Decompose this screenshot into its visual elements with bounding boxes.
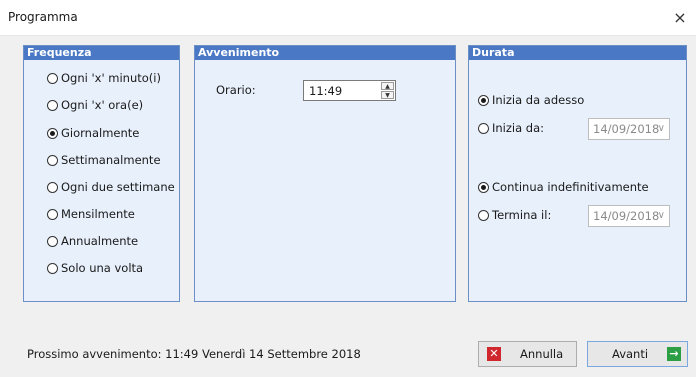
radio-label: Inizia da: bbox=[492, 121, 545, 135]
close-icon[interactable]: × bbox=[668, 6, 692, 30]
radio-weekly[interactable]: Settimanalmente bbox=[47, 152, 161, 168]
radio-end-on[interactable]: Termina il: bbox=[478, 207, 551, 223]
radio-daily[interactable]: Giornalmente bbox=[47, 125, 139, 141]
time-label: Orario: bbox=[216, 83, 256, 97]
radio-circle bbox=[47, 99, 58, 111]
radio-monthly[interactable]: Mensilmente bbox=[47, 206, 135, 222]
chevron-down-icon: ∨ bbox=[657, 123, 665, 134]
window-title: Programma bbox=[8, 10, 78, 24]
occurrence-header: Avvenimento bbox=[195, 46, 455, 60]
radio-label: Inizia da adesso bbox=[492, 93, 585, 107]
radio-circle bbox=[47, 235, 58, 247]
radio-once[interactable]: Solo una volta bbox=[47, 260, 143, 276]
duration-group: Durata Inizia da adesso Inizia da: 14/09… bbox=[468, 45, 687, 302]
next-button[interactable]: Avanti → bbox=[587, 341, 688, 367]
radio-label: Giornalmente bbox=[61, 126, 140, 140]
radio-label: Continua indefinitivamente bbox=[492, 180, 649, 194]
next-occurrence-status: Prossimo avvenimento: 11:49 Venerdì 14 S… bbox=[27, 347, 361, 361]
start-date-value: 14/09/2018 bbox=[593, 122, 660, 136]
spin-up-icon[interactable]: ▲ bbox=[381, 82, 394, 90]
spin-buttons: ▲ ▼ bbox=[381, 82, 394, 99]
radio-label: Termina il: bbox=[492, 208, 552, 222]
next-label: Avanti bbox=[612, 347, 649, 361]
radio-label: Solo una volta bbox=[61, 261, 144, 275]
cancel-button[interactable]: ✕ Annulla bbox=[478, 341, 577, 367]
radio-circle-selected bbox=[47, 127, 58, 139]
schedule-dialog: Programma × Frequenza Ogni 'x' minuto(i)… bbox=[0, 0, 696, 377]
radio-yearly[interactable]: Annualmente bbox=[47, 233, 138, 249]
radio-start-now[interactable]: Inizia da adesso bbox=[478, 92, 584, 108]
radio-label: Ogni 'x' ora(e) bbox=[61, 98, 144, 112]
arrow-right-icon: → bbox=[667, 347, 681, 361]
radio-circle-selected bbox=[478, 181, 489, 193]
end-date-picker[interactable]: 14/09/2018 ∨ bbox=[588, 205, 670, 227]
radio-circle-selected bbox=[478, 94, 489, 106]
radio-every-x-minutes[interactable]: Ogni 'x' minuto(i) bbox=[47, 70, 161, 86]
radio-circle bbox=[47, 72, 58, 84]
radio-label: Ogni 'x' minuto(i) bbox=[61, 71, 161, 85]
radio-circle bbox=[47, 181, 58, 193]
radio-continue-forever[interactable]: Continua indefinitivamente bbox=[478, 179, 649, 195]
duration-header: Durata bbox=[469, 46, 686, 60]
time-spinner: ▲ ▼ bbox=[303, 80, 396, 101]
cancel-label: Annulla bbox=[520, 347, 564, 361]
end-date-value: 14/09/2018 bbox=[593, 209, 660, 223]
radio-every-x-hours[interactable]: Ogni 'x' ora(e) bbox=[47, 97, 143, 113]
chevron-down-icon: ∨ bbox=[657, 210, 665, 221]
spin-down-icon[interactable]: ▼ bbox=[381, 91, 394, 99]
occurrence-group: Avvenimento Orario: ▲ ▼ bbox=[194, 45, 456, 302]
radio-circle bbox=[47, 262, 58, 274]
radio-biweekly[interactable]: Ogni due settimane bbox=[47, 179, 177, 195]
radio-circle bbox=[47, 208, 58, 220]
radio-label: Annualmente bbox=[61, 234, 139, 248]
time-input[interactable] bbox=[304, 81, 385, 100]
radio-circle bbox=[478, 122, 489, 134]
radio-start-from[interactable]: Inizia da: bbox=[478, 120, 544, 136]
radio-circle bbox=[478, 209, 489, 221]
start-date-picker[interactable]: 14/09/2018 ∨ bbox=[588, 118, 670, 140]
frequency-header: Frequenza bbox=[24, 46, 179, 60]
radio-circle bbox=[47, 154, 58, 166]
radio-label: Ogni due settimane bbox=[61, 180, 175, 194]
radio-label: Settimanalmente bbox=[61, 153, 161, 167]
title-bar: Programma × bbox=[0, 0, 696, 36]
frequency-group: Frequenza Ogni 'x' minuto(i) Ogni 'x' or… bbox=[23, 45, 180, 302]
radio-label: Mensilmente bbox=[61, 207, 135, 221]
close-x-icon: ✕ bbox=[487, 347, 501, 361]
